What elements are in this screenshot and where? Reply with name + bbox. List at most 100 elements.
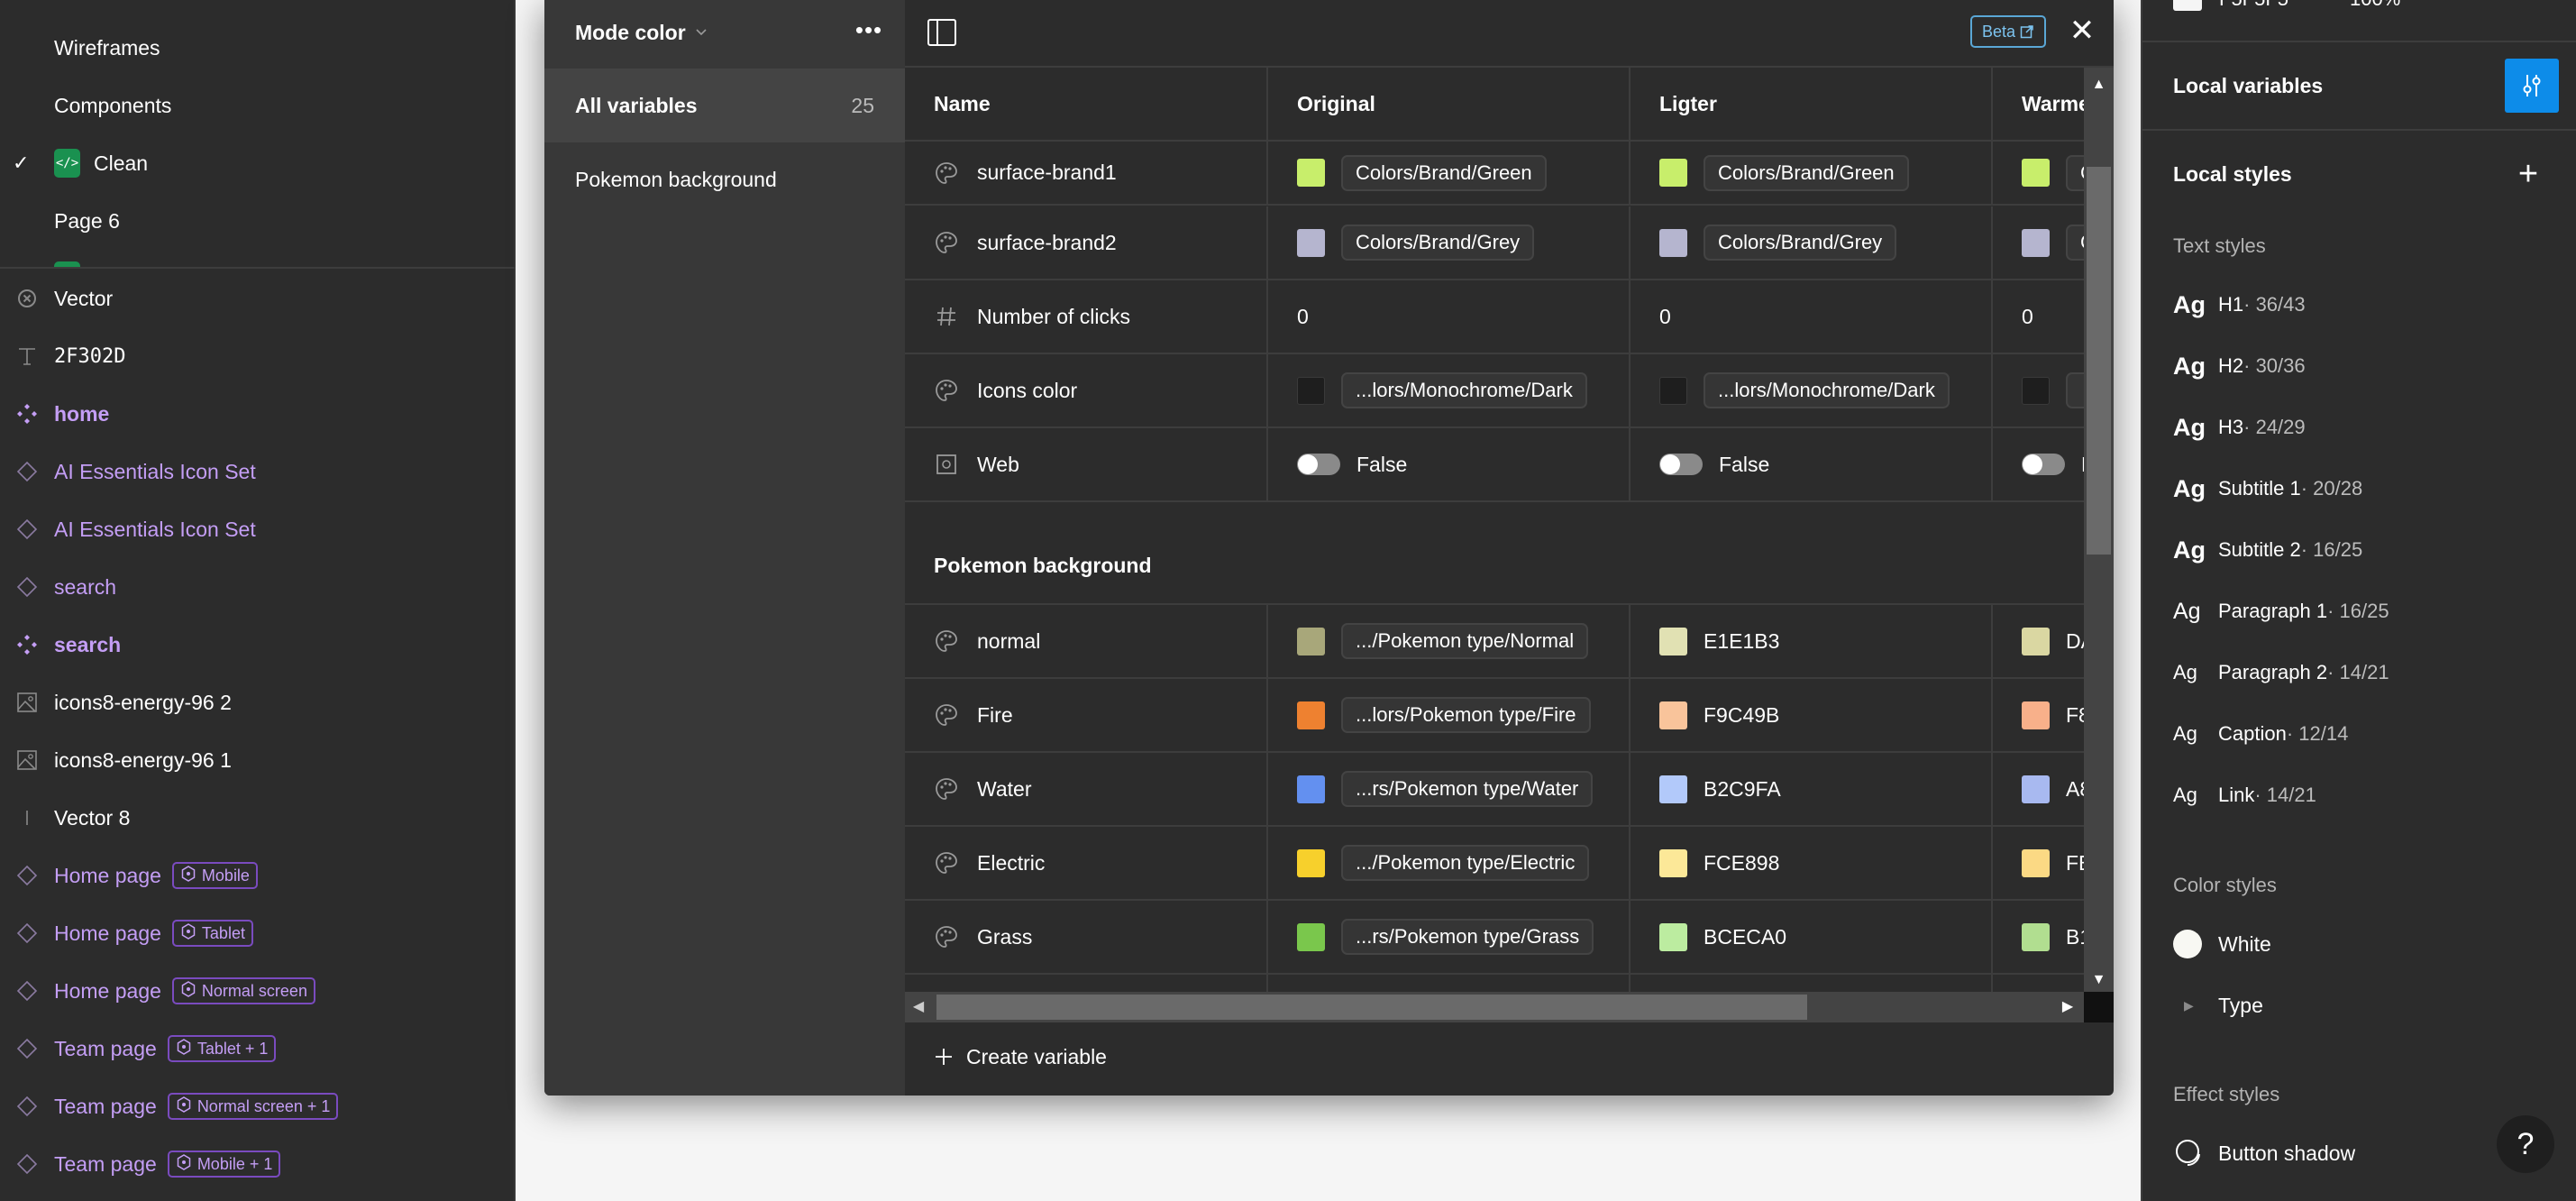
variable-value-cell[interactable]: .../Pokemon type/Electric — [1268, 827, 1631, 899]
color-swatch[interactable] — [2022, 376, 2050, 405]
table-row[interactable]: normal .../Pokemon type/Normal E1E1B3 DA — [905, 605, 2084, 679]
alias-pill[interactable]: .../Pokemon type/Normal — [1341, 623, 1589, 659]
color-swatch[interactable] — [2022, 922, 2050, 951]
alias-pill[interactable]: Colors/Brand/Grey — [1704, 225, 1897, 261]
color-swatch[interactable] — [1659, 159, 1687, 187]
variable-name-cell[interactable]: Web — [905, 428, 1268, 500]
caret-right-icon[interactable]: ▶ — [2173, 998, 2218, 1013]
table-row[interactable]: surface-brand1 Colors/Brand/Green Colors/B… — [905, 142, 2084, 206]
color-swatch[interactable] — [1297, 775, 1325, 803]
color-swatch[interactable] — [2022, 627, 2050, 656]
alias-pill[interactable] — [2066, 372, 2084, 408]
page-item[interactable]: Wireframes — [54, 30, 160, 66]
variable-value-cell[interactable]: 0 — [1631, 280, 1993, 353]
alias-pill[interactable]: ...lors/Pokemon type/Fire — [1341, 697, 1591, 733]
add-style-button[interactable]: + — [2510, 156, 2546, 192]
text-style-item[interactable]: Ag Caption · 12/14 — [2173, 716, 2348, 752]
text-style-item[interactable]: Ag Paragraph 1 · 16/25 — [2173, 593, 2389, 629]
color-swatch[interactable] — [1297, 848, 1325, 877]
column-header-ligter[interactable]: Ligter — [1631, 68, 1993, 140]
variable-value-cell[interactable]: ...lors/Monochrome/Dark — [1631, 354, 1993, 426]
variable-value-cell[interactable]: False — [1268, 428, 1631, 500]
layer-row[interactable]: Home page Tablet — [0, 904, 516, 962]
layer-row[interactable]: search — [0, 558, 516, 616]
table-row[interactable]: Grass ...rs/Pokemon type/Grass BCECA0 B1 — [905, 901, 2084, 975]
variable-value-cell[interactable]: FB — [1993, 827, 2084, 899]
variable-value-cell[interactable]: Colors/Brand/Green — [1268, 142, 1631, 204]
text-style-item[interactable]: Ag Link · 14/21 — [2173, 777, 2316, 813]
layer-row[interactable]: Team page Tablet + 1 — [0, 1020, 516, 1077]
variable-value-cell[interactable]: .../Pokemon type/Normal — [1268, 605, 1631, 677]
color-swatch[interactable] — [1659, 701, 1687, 729]
variable-value-cell[interactable]: ...rs/Pokemon type/Grass — [1268, 901, 1631, 973]
color-style-white[interactable]: White — [2173, 926, 2271, 962]
variable-value-cell[interactable]: F — [1993, 428, 2084, 500]
color-swatch[interactable] — [1659, 376, 1687, 405]
column-header-warmer[interactable]: Warmer — [1993, 68, 2084, 140]
table-row[interactable]: Water ...rs/Pokemon type/Water B2C9FA A8 — [905, 753, 2084, 827]
variable-value-cell[interactable]: BCECA0 — [1631, 901, 1993, 973]
color-swatch[interactable] — [2022, 848, 2050, 877]
layer-row[interactable]: icons8-energy-96 1 — [0, 731, 516, 789]
more-options-button[interactable]: ••• — [851, 16, 887, 49]
alias-pill[interactable]: C — [2066, 154, 2084, 191]
color-swatch[interactable] — [1297, 627, 1325, 656]
vertical-scroll-thumb[interactable] — [2087, 167, 2111, 555]
variable-value-cell[interactable]: B1 — [1993, 901, 2084, 973]
alias-pill[interactable]: Colors/Brand/Green — [1341, 154, 1547, 191]
layer-row[interactable]: Vector — [0, 270, 516, 327]
alias-pill[interactable]: C — [2066, 225, 2084, 261]
variable-value-cell[interactable]: C — [1993, 206, 2084, 279]
alias-pill[interactable]: Colors/Brand/Grey — [1341, 225, 1535, 261]
variable-name-cell[interactable]: Electric — [905, 827, 1268, 899]
page-item[interactable]: Components — [54, 87, 171, 124]
alias-pill[interactable]: ...rs/Pokemon type/Water — [1341, 771, 1594, 807]
fill-opacity[interactable]: 100% — [2350, 0, 2400, 11]
color-swatch[interactable] — [1659, 848, 1687, 877]
scroll-up-arrow-icon[interactable]: ▲ — [2084, 71, 2114, 98]
scroll-left-arrow-icon[interactable]: ◀ — [905, 992, 932, 1022]
text-style-item[interactable]: Ag Paragraph 2 · 14/21 — [2173, 655, 2389, 691]
collection-item[interactable]: Pokemon background — [544, 142, 905, 216]
variable-name-cell[interactable]: Grass — [905, 901, 1268, 973]
color-swatch[interactable] — [1297, 159, 1325, 187]
layer-row[interactable]: icons8-energy-96 2 — [0, 674, 516, 731]
fill-hex[interactable]: F5F5F5 — [2219, 0, 2288, 11]
layer-row[interactable]: Vector 8 — [0, 789, 516, 847]
page-item[interactable]: Page 6 — [54, 203, 120, 239]
color-swatch[interactable] — [2022, 775, 2050, 803]
color-swatch[interactable] — [1297, 376, 1325, 405]
variable-value-cell[interactable]: ...rs/Pokemon type/Water — [1268, 753, 1631, 825]
table-row[interactable]: Number of clicks 0 0 0 — [905, 280, 2084, 354]
variable-value-cell[interactable]: Colors/Brand/Grey — [1631, 206, 1993, 279]
vertical-scrollbar[interactable]: ▲ ▼ — [2084, 68, 2114, 994]
layer-row[interactable]: AI Essentials Icon Set — [0, 443, 516, 500]
alias-pill[interactable]: .../Pokemon type/Electric — [1341, 845, 1590, 881]
column-header-name[interactable]: Name — [905, 68, 1268, 140]
table-row[interactable]: Web False False F — [905, 428, 2084, 502]
layer-row[interactable]: home — [0, 385, 516, 443]
boolean-toggle[interactable] — [1659, 454, 1703, 475]
variable-value-cell[interactable]: ...lors/Monochrome/Dark — [1268, 354, 1631, 426]
variable-value-cell[interactable]: Colors/Brand/Green — [1631, 142, 1993, 204]
layer-row[interactable]: AI Essentials Icon Set — [0, 500, 516, 558]
table-row[interactable]: Icons color ...lors/Monochrome/Dark ...lor… — [905, 354, 2084, 428]
color-swatch[interactable] — [2022, 159, 2050, 187]
variable-value-cell[interactable]: DA — [1993, 605, 2084, 677]
color-swatch[interactable] — [1659, 627, 1687, 656]
fill-swatch[interactable] — [2173, 0, 2202, 11]
variable-name-cell[interactable]: normal — [905, 605, 1268, 677]
variable-value-cell[interactable]: 0 — [1993, 280, 2084, 353]
layer-row[interactable]: Home page Normal screen — [0, 962, 516, 1020]
alias-pill[interactable]: ...lors/Monochrome/Dark — [1341, 372, 1587, 408]
variable-value-cell[interactable]: F8 — [1993, 679, 2084, 751]
variable-value-cell[interactable] — [1993, 354, 2084, 426]
table-row[interactable]: surface-brand2 Colors/Brand/Grey Colors/Br… — [905, 206, 2084, 280]
variable-name-cell[interactable]: Fire — [905, 679, 1268, 751]
color-swatch[interactable] — [1297, 228, 1325, 257]
open-variables-button[interactable] — [2505, 59, 2559, 113]
text-style-item[interactable]: Ag H3 · 24/29 — [2173, 409, 2306, 445]
color-swatch[interactable] — [1297, 922, 1325, 951]
color-swatch[interactable] — [1659, 922, 1687, 951]
variable-name-cell[interactable]: surface-brand1 — [905, 142, 1268, 204]
